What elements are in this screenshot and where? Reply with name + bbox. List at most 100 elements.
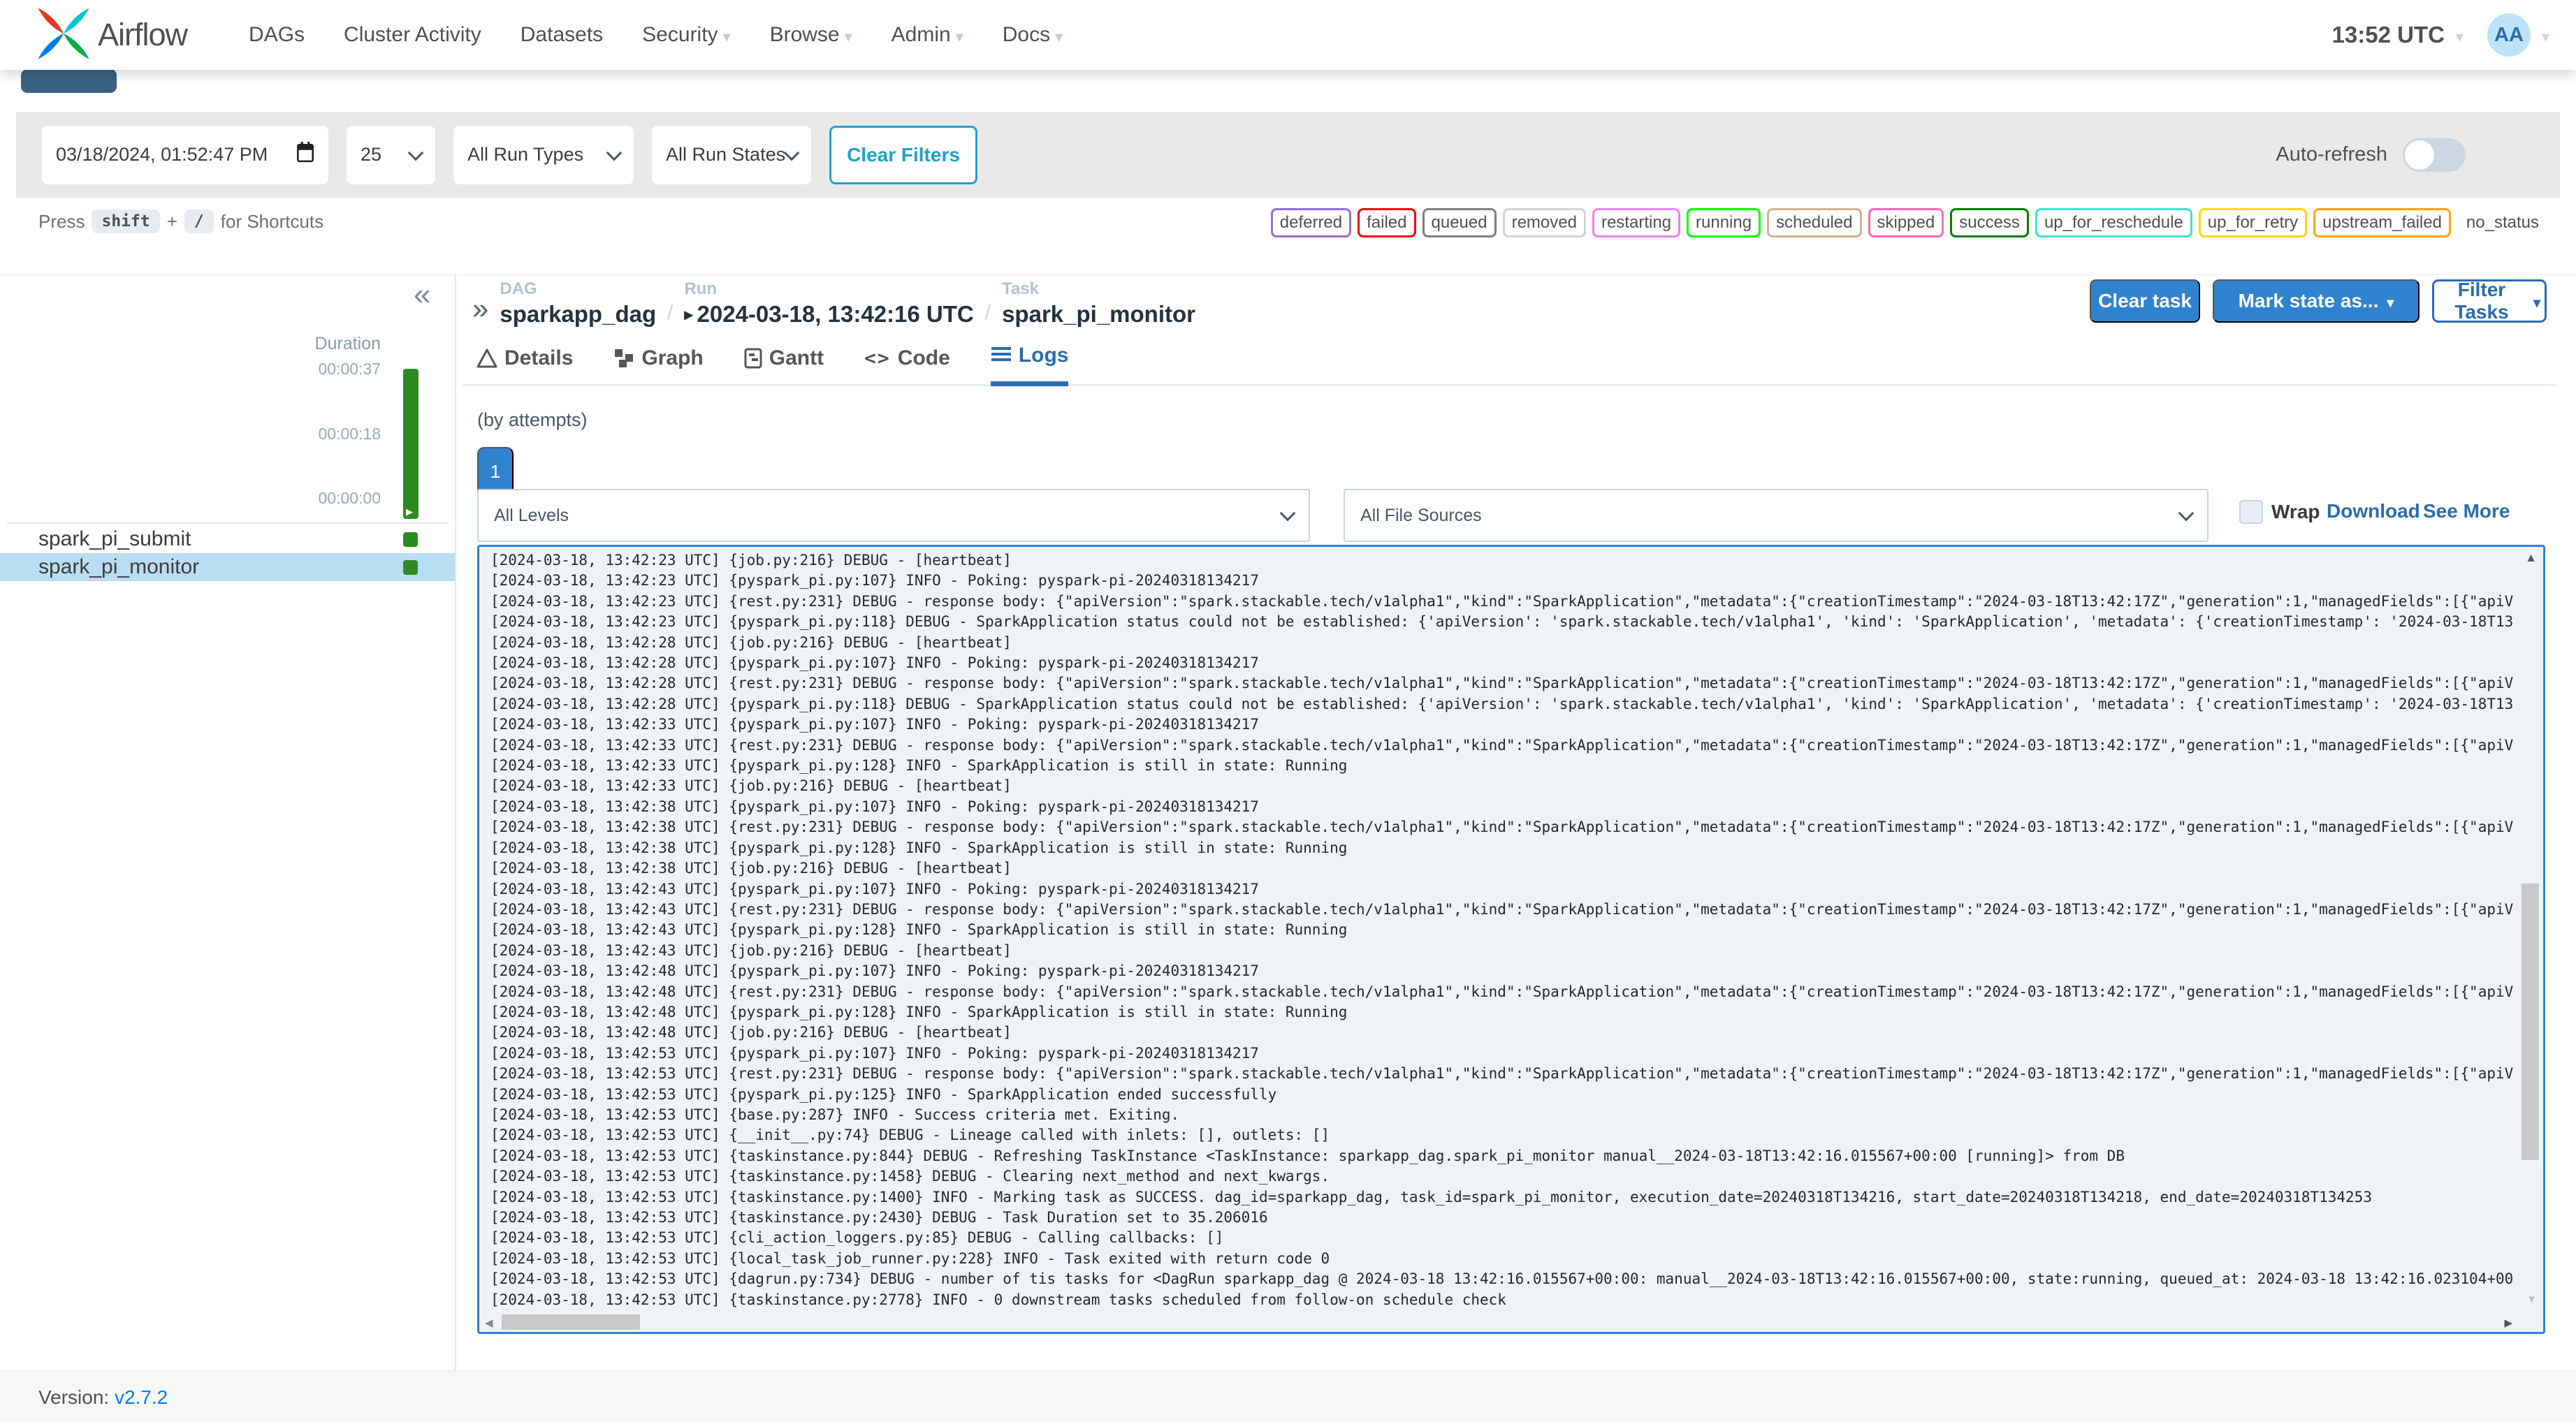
log-line: [2024-03-18, 13:42:53 UTC] {local_task_j… xyxy=(490,1249,1330,1267)
filter-tasks-button[interactable]: Filter Tasks ▾ xyxy=(2432,279,2547,323)
run-states-select[interactable]: All Run States xyxy=(652,125,811,184)
wrap-control: Wrap xyxy=(2239,500,2320,524)
duration-tick: 00:00:00 xyxy=(318,489,381,507)
divider xyxy=(7,522,449,524)
chevron-down-icon[interactable]: ▾ xyxy=(2542,28,2549,46)
log-line: [2024-03-18, 13:42:38 UTC] {pyspark_pi.p… xyxy=(490,839,1348,856)
see-more-link[interactable]: See More xyxy=(2423,500,2510,522)
nav-item[interactable]: Datasets ▾ xyxy=(521,23,603,47)
vertical-scrollbar[interactable] xyxy=(2522,884,2539,1160)
state-badge[interactable]: upstream_failed xyxy=(2313,208,2451,237)
log-output[interactable]: [2024-03-18, 13:42:23 UTC] {job.py:216} … xyxy=(477,545,2545,1334)
state-badge[interactable]: success xyxy=(1950,208,2029,237)
manual-run-icon: ▸ xyxy=(684,305,693,324)
log-line: [2024-03-18, 13:42:53 UTC] {pyspark_pi.p… xyxy=(490,1085,1277,1103)
scroll-up-icon[interactable]: ▲ xyxy=(2525,551,2537,565)
detail-tabs: Details Graph Gantt <> Code Logs xyxy=(463,344,2557,386)
wrap-checkbox[interactable] xyxy=(2239,500,2263,524)
log-line: [2024-03-18, 13:42:53 UTC] {taskinstance… xyxy=(490,1147,2125,1164)
version-link[interactable]: v2.7.2 xyxy=(115,1386,168,1408)
log-line: [2024-03-18, 13:42:53 UTC] {dagrun.py:73… xyxy=(490,1270,2514,1288)
gantt-icon xyxy=(744,348,762,369)
state-badge[interactable]: scheduled xyxy=(1767,208,1862,237)
tab-gantt[interactable]: Gantt xyxy=(744,344,824,386)
breadcrumb-dag[interactable]: DAG sparkapp_dag xyxy=(500,279,656,328)
task-row[interactable]: spark_pi_submit xyxy=(0,525,455,553)
task-state-square[interactable] xyxy=(403,559,418,575)
nav-item[interactable]: Cluster Activity ▾ xyxy=(344,23,481,47)
tab-details[interactable]: Details xyxy=(476,344,573,386)
task-name: spark_pi_submit xyxy=(38,527,191,550)
nav-item[interactable]: Admin ▾ xyxy=(892,23,963,47)
tab-graph[interactable]: Graph xyxy=(613,344,704,386)
scroll-right-icon[interactable]: ▶ xyxy=(2504,1317,2512,1329)
chevron-down-icon: ▾ xyxy=(1055,27,1063,45)
duration-tick: 00:00:18 xyxy=(318,424,381,443)
auto-refresh-toggle[interactable] xyxy=(2403,138,2466,172)
scrolled-grid-button[interactable] xyxy=(21,69,117,93)
state-badge[interactable]: failed xyxy=(1358,208,1416,237)
chevron-down-icon[interactable]: ▾ xyxy=(2456,28,2464,46)
download-link[interactable]: Download xyxy=(2327,500,2420,522)
expand-breadcrumb-icon[interactable]: » xyxy=(472,294,488,323)
nav-item[interactable]: Browse ▾ xyxy=(770,23,852,47)
log-line: [2024-03-18, 13:42:53 UTC] {pyspark_pi.p… xyxy=(490,1044,1259,1062)
log-levels-select[interactable]: All Levels xyxy=(477,489,1310,542)
run-types-select[interactable]: All Run Types xyxy=(453,125,634,184)
breadcrumb-run[interactable]: Run ▸ 2024-03-18, 13:42:16 UTC xyxy=(684,279,973,328)
log-line: [2024-03-18, 13:42:38 UTC] {pyspark_pi.p… xyxy=(490,798,1259,815)
chevron-down-icon xyxy=(407,145,424,161)
tab-logs[interactable]: Logs xyxy=(990,344,1069,386)
state-badge[interactable]: queued xyxy=(1422,208,1497,237)
state-badge[interactable]: deferred xyxy=(1270,208,1352,237)
logs-list-icon xyxy=(991,346,1012,365)
state-badge[interactable]: restarting xyxy=(1592,208,1681,237)
state-badge[interactable]: no_status xyxy=(2457,208,2548,237)
scroll-left-icon[interactable]: ◀ xyxy=(485,1317,493,1329)
duration-axis-label: Duration xyxy=(314,334,381,353)
collapse-sidebar-button[interactable]: « xyxy=(414,279,430,310)
task-list: spark_pi_submit spark_pi_monitor xyxy=(0,525,455,581)
task-state-square[interactable] xyxy=(403,532,418,547)
state-badge[interactable]: skipped xyxy=(1868,208,1944,237)
breadcrumb-task[interactable]: Task spark_pi_monitor xyxy=(1002,279,1195,328)
nav-item[interactable]: DAGs ▾ xyxy=(249,23,305,47)
calendar-icon[interactable] xyxy=(296,142,314,168)
airflow-app: Airflow DAGs ▾ Cluster Activity ▾ Datase… xyxy=(0,0,2576,1422)
kbd-slash: / xyxy=(184,210,214,233)
auto-refresh-control: Auto-refresh xyxy=(2276,112,2466,198)
file-sources-select[interactable]: All File Sources xyxy=(1344,489,2208,542)
task-row[interactable]: spark_pi_monitor xyxy=(0,553,455,581)
run-duration-bar[interactable]: ▶ xyxy=(403,369,419,519)
main-nav: DAGs ▾ Cluster Activity ▾ Datasets ▾ Sec… xyxy=(249,23,1063,47)
task-name: spark_pi_monitor xyxy=(38,555,200,578)
state-badge[interactable]: running xyxy=(1687,208,1761,237)
log-line: [2024-03-18, 13:42:28 UTC] {rest.py:231}… xyxy=(490,675,2514,692)
tab-code[interactable]: <> Code xyxy=(864,344,950,386)
nav-item-label: DAGs xyxy=(249,23,305,46)
avatar[interactable]: AA xyxy=(2487,13,2531,57)
state-badge[interactable]: up_for_reschedule xyxy=(2035,208,2192,237)
brand[interactable]: Airflow xyxy=(36,5,188,66)
duration-ticks: 00:00:37 00:00:18 00:00:00 xyxy=(0,360,381,508)
log-line: [2024-03-18, 13:42:53 UTC] {taskinstance… xyxy=(490,1188,2372,1205)
state-badge[interactable]: removed xyxy=(1502,208,1586,237)
base-date-input[interactable]: 03/18/2024, 01:52:47 PM xyxy=(42,125,328,184)
page-size-select[interactable]: 25 xyxy=(347,125,435,184)
log-line: [2024-03-18, 13:42:23 UTC] {rest.py:231}… xyxy=(490,592,2514,610)
mark-state-button[interactable]: Mark state as... ▾ xyxy=(2213,279,2419,323)
state-badge[interactable]: up_for_retry xyxy=(2198,208,2308,237)
clear-task-button[interactable]: Clear task xyxy=(2090,279,2200,323)
clear-filters-button[interactable]: Clear Filters xyxy=(829,125,977,184)
scroll-down-icon[interactable]: ▼ xyxy=(2526,1293,2537,1305)
nav-item[interactable]: Security ▾ xyxy=(642,23,730,47)
log-line: [2024-03-18, 13:42:38 UTC] {rest.py:231}… xyxy=(490,819,2514,836)
utc-clock[interactable]: 13:52 UTC xyxy=(2332,22,2445,48)
log-line: [2024-03-18, 13:42:48 UTC] {rest.py:231}… xyxy=(490,983,2514,1000)
log-line: [2024-03-18, 13:42:43 UTC] {job.py:216} … xyxy=(490,941,1012,959)
task-actions: Clear task Mark state as... ▾ Filter Tas… xyxy=(2090,279,2547,323)
airflow-logo-icon xyxy=(36,5,91,66)
horizontal-scrollbar[interactable] xyxy=(502,1314,640,1330)
nav-item[interactable]: Docs ▾ xyxy=(1003,23,1063,47)
log-line: [2024-03-18, 13:42:23 UTC] {pyspark_pi.p… xyxy=(490,613,2514,631)
